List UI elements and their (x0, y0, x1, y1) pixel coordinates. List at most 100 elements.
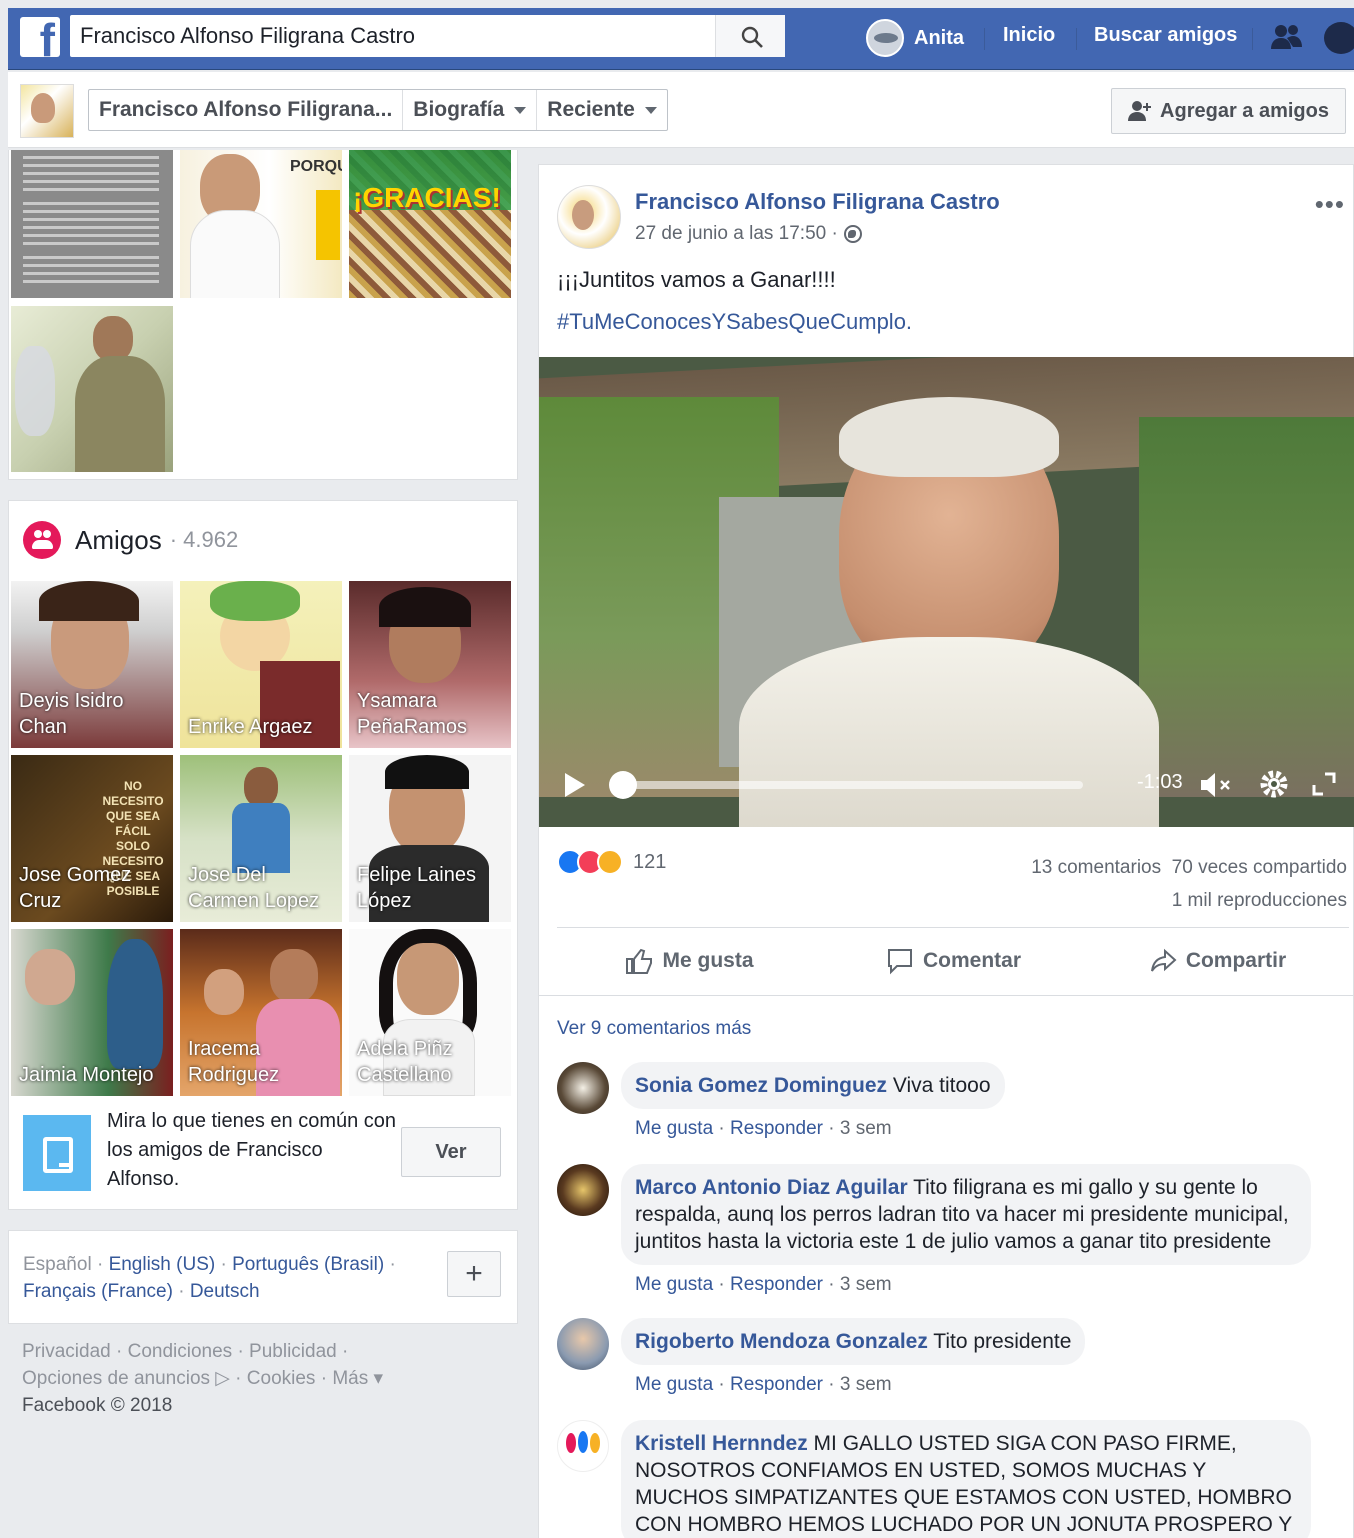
nav-profile-link[interactable]: Anita (866, 18, 964, 58)
footer-links: Privacidad · Condiciones · Publicidad · … (22, 1338, 502, 1419)
comment-actions: Me gusta · Responder · 3 sem (635, 1374, 892, 1395)
comment-button[interactable]: Comentar (821, 929, 1085, 993)
friend-tile[interactable]: Jose Del Carmen Lopez (180, 755, 342, 922)
comment-text: Tito presidente (927, 1330, 1072, 1353)
video-scrub-handle[interactable] (609, 771, 637, 799)
friend-tile[interactable]: Iracema Rodriguez (180, 929, 342, 1096)
friend-tile[interactable]: Jaimia Montejo (11, 929, 173, 1096)
friends-header[interactable]: Amigos · 4.962 (23, 521, 238, 559)
friend-name: Iracema Rodriguez (188, 1038, 280, 1086)
share-button[interactable]: Compartir (1085, 929, 1349, 993)
photo-caption: ¡GRACIAS! (353, 182, 501, 213)
post-stats: 13 comentarios 70 veces compartido 1 mil… (1031, 851, 1347, 917)
friend-name: Enrike Argaez (188, 716, 313, 738)
fullscreen-icon[interactable] (1311, 771, 1337, 797)
friend-tile[interactable]: Felipe Laines López (349, 755, 511, 922)
play-icon[interactable] (565, 773, 585, 797)
photo-tile[interactable] (11, 150, 173, 298)
add-language-button[interactable]: + (447, 1251, 501, 1297)
comment-time[interactable]: · 3 sem (823, 1374, 891, 1395)
comments-section: Ver 9 comentarios más Sonia Gomez Doming… (539, 995, 1354, 1538)
commenter-avatar[interactable] (557, 1420, 609, 1472)
view-more-comments-link[interactable]: Ver 9 comentarios más (557, 1018, 751, 1040)
search-icon (741, 26, 763, 48)
views-count: 1 mil reproducciones (1171, 890, 1347, 911)
comment-reply-link[interactable]: Responder (730, 1374, 823, 1395)
comment-bubble: Sonia Gomez Dominguez Viva titooo (621, 1062, 1005, 1109)
commenter-name[interactable]: Marco Antonio Diaz Aguilar (635, 1176, 908, 1199)
add-friend-button[interactable]: Agregar a amigos (1111, 88, 1346, 134)
video-player[interactable]: -1:03 (539, 357, 1354, 827)
photo-tile[interactable] (11, 306, 173, 472)
language-french[interactable]: Français (France) (23, 1281, 173, 1302)
post-author-name[interactable]: Francisco Alfonso Filigrana Castro (635, 189, 1000, 215)
messenger-icon[interactable] (1324, 22, 1354, 54)
language-list: Español · English (US) · Português (Bras… (23, 1251, 423, 1305)
video-progress-track[interactable] (623, 781, 1083, 789)
search-input[interactable] (70, 15, 714, 57)
profile-thumbnail[interactable] (20, 84, 74, 138)
comment-like-link[interactable]: Me gusta (635, 1374, 713, 1395)
chevron-down-icon (644, 106, 657, 114)
facebook-logo-icon[interactable]: f (20, 17, 60, 57)
profile-tabs: Francisco Alfonso Filigrana... Biografía… (88, 89, 668, 131)
post-author-avatar[interactable] (557, 185, 621, 249)
tab-biography[interactable]: Biografía (403, 90, 538, 130)
footer-line[interactable]: Opciones de anuncios ▷ · Cookies · Más ▾ (22, 1365, 502, 1392)
footer-line[interactable]: Privacidad · Condiciones · Publicidad · (22, 1338, 502, 1365)
settings-gear-icon[interactable] (1257, 767, 1291, 801)
search-button[interactable] (715, 15, 785, 57)
tab-recent[interactable]: Reciente (537, 90, 667, 130)
friend-tile[interactable]: NO NECESITO QUE SEA FÁCIL SOLO NECESITO … (11, 755, 173, 922)
video-controls: -1:03 (539, 747, 1354, 827)
commenter-avatar[interactable] (557, 1062, 609, 1114)
comment-like-link[interactable]: Me gusta (635, 1118, 713, 1139)
friend-requests-icon[interactable] (1270, 22, 1304, 52)
friend-name: Jose Del Carmen Lopez (188, 864, 320, 912)
commenter-avatar[interactable] (557, 1318, 609, 1370)
profile-subheader: Francisco Alfonso Filigrana... Biografía… (8, 72, 1354, 148)
comments-count[interactable]: 13 comentarios (1031, 857, 1161, 878)
add-friend-label: Agregar a amigos (1160, 99, 1329, 122)
photo-tile[interactable]: PORQUE (180, 150, 342, 298)
photo-caption: PORQUE (290, 158, 342, 175)
comment-reply-link[interactable]: Responder (730, 1118, 823, 1139)
nav-find-friends-link[interactable]: Buscar amigos (1094, 24, 1237, 47)
nav-home-link[interactable]: Inicio (1003, 24, 1055, 47)
commenter-name[interactable]: Sonia Gomez Dominguez (635, 1074, 887, 1097)
post-hashtag[interactable]: #TuMeConocesYSabesQueCumplo. (557, 309, 912, 335)
comment-actions: Me gusta · Responder · 3 sem (635, 1118, 892, 1139)
view-mutual-button[interactable]: Ver (401, 1127, 501, 1177)
comment-time[interactable]: · 3 sem (823, 1274, 891, 1295)
muted-speaker-icon[interactable] (1199, 771, 1233, 799)
friend-name: Ysamara PeñaRamos (357, 690, 468, 738)
friend-tile[interactable]: Ysamara PeñaRamos (349, 581, 511, 748)
friend-tile[interactable]: Deyis Isidro Chan (11, 581, 173, 748)
friends-title[interactable]: Amigos (75, 525, 162, 556)
more-options-icon[interactable]: ••• (1315, 189, 1345, 220)
like-button[interactable]: Me gusta (557, 929, 821, 993)
nav-divider (1252, 28, 1253, 50)
comment-like-link[interactable]: Me gusta (635, 1274, 713, 1295)
commenter-name[interactable]: Rigoberto Mendoza Gonzalez (635, 1330, 928, 1353)
shares-count[interactable]: 70 veces compartido (1172, 857, 1347, 878)
comment-time[interactable]: · 3 sem (823, 1118, 891, 1139)
friend-tile[interactable]: Adela Piñz Castellano (349, 929, 511, 1096)
language-german[interactable]: Deutsch (190, 1281, 260, 1302)
post-card: Francisco Alfonso Filigrana Castro 27 de… (538, 164, 1354, 1538)
mutual-friends-icon (23, 1115, 91, 1191)
top-navigation-bar: f Anita Inicio Buscar amigos (8, 8, 1354, 70)
page: f Anita Inicio Buscar amigos Francisco A… (8, 0, 1354, 1538)
reactions-summary[interactable]: 121 (557, 849, 666, 875)
photo-tile[interactable]: ¡GRACIAS! (349, 150, 511, 298)
commenter-name[interactable]: Kristell Hernndez (635, 1432, 808, 1455)
post-timestamp[interactable]: 27 de junio a las 17:50 · (635, 223, 862, 245)
language-portuguese[interactable]: Português (Brasil) (232, 1254, 384, 1275)
language-english[interactable]: English (US) (109, 1254, 216, 1275)
tab-profile-name[interactable]: Francisco Alfonso Filigrana... (89, 90, 404, 130)
comment-reply-link[interactable]: Responder (730, 1274, 823, 1295)
commenter-avatar[interactable] (557, 1164, 609, 1216)
friend-tile[interactable]: Enrike Argaez (180, 581, 342, 748)
comment-item: Kristell Hernndez MI GALLO USTED SIGA CO… (557, 1420, 1347, 1538)
copyright: Facebook © 2018 (22, 1395, 173, 1416)
